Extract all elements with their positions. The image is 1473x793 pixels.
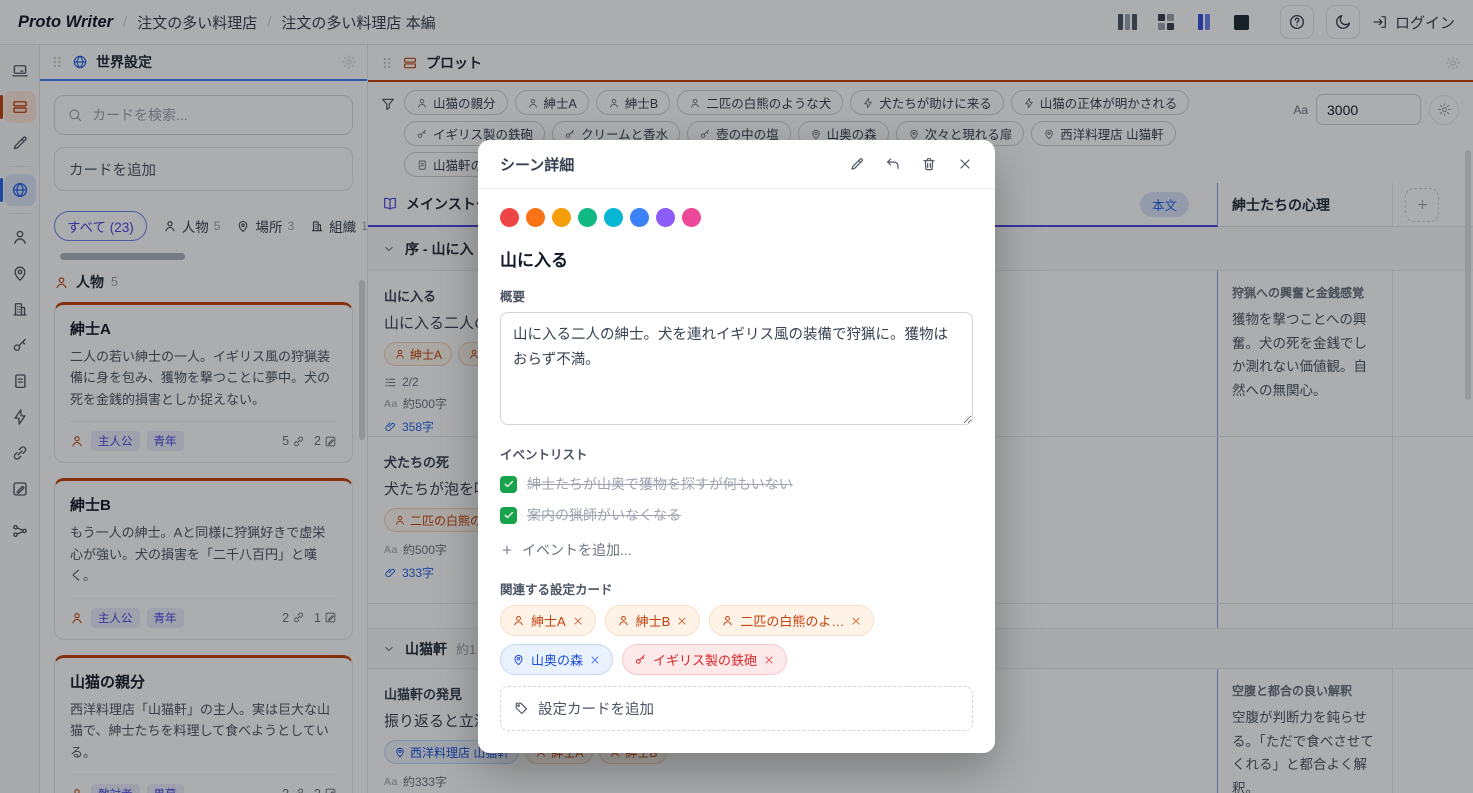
trash-icon: [921, 156, 937, 172]
add-setting-card-button[interactable]: 設定カードを追加: [500, 686, 973, 731]
pin-icon: [512, 653, 525, 666]
event-text: 案内の猟師がいなくなる: [527, 505, 681, 525]
add-event-button[interactable]: イベントを追加...: [500, 540, 973, 560]
key-icon: [634, 653, 647, 666]
chip-label: 紳士B: [636, 611, 671, 630]
close-icon: [589, 654, 601, 666]
modal-actions: [849, 156, 973, 172]
color-swatch[interactable]: [578, 208, 597, 227]
close-icon: [676, 615, 688, 627]
remove-chip-icon[interactable]: [572, 615, 584, 627]
close-icon: [957, 156, 973, 172]
person-icon: [617, 614, 630, 627]
summary-textarea[interactable]: 山に入る二人の紳士。犬を連れイギリス風の装備で狩猟に。獲物はおらず不満。: [500, 312, 973, 425]
close-icon: [850, 615, 862, 627]
event-checkbox[interactable]: [500, 507, 517, 524]
undo-icon: [885, 156, 901, 172]
related-card-chip[interactable]: 二匹の白熊のよ…: [709, 605, 874, 636]
related-chip-list: 紳士A 紳士B 二匹の白熊のよ… 山奥の森 イギリス製の鉄砲: [500, 605, 973, 675]
summary-label: 概要: [500, 286, 973, 305]
add-setting-card-label: 設定カードを追加: [538, 698, 654, 719]
color-swatch[interactable]: [630, 208, 649, 227]
color-palette: [500, 208, 973, 227]
color-swatch[interactable]: [500, 208, 519, 227]
remove-chip-icon[interactable]: [676, 615, 688, 627]
color-swatch[interactable]: [552, 208, 571, 227]
scene-detail-modal: シーン詳細 山に入る 概要 山に入る二人の紳士。犬を連れイギリス風の装備で狩猟に…: [478, 140, 995, 753]
check-icon: [503, 478, 515, 490]
add-event-label: イベントを追加...: [522, 540, 632, 560]
event-item: 紳士たちが山奥で獲物を探すが何もいない: [500, 474, 973, 494]
close-icon: [572, 615, 584, 627]
modal-title: シーン詳細: [500, 154, 574, 175]
chip-label: イギリス製の鉄砲: [653, 650, 757, 669]
related-cards-section: 関連する設定カード 紳士A 紳士B 二匹の白熊のよ… 山奥の森 イギリス製の鉄砲…: [500, 579, 973, 731]
color-swatch[interactable]: [682, 208, 701, 227]
scene-title: 山に入る: [500, 246, 973, 271]
pencil-icon: [849, 156, 865, 172]
modal-header: シーン詳細: [478, 140, 995, 189]
related-card-chip[interactable]: 紳士A: [500, 605, 596, 636]
event-checkbox[interactable]: [500, 476, 517, 493]
event-item: 案内の猟師がいなくなる: [500, 505, 973, 525]
close-button[interactable]: [957, 156, 973, 172]
related-cards-label: 関連する設定カード: [500, 579, 973, 598]
color-swatch[interactable]: [604, 208, 623, 227]
tag-icon: [514, 701, 529, 716]
modal-body: 山に入る 概要 山に入る二人の紳士。犬を連れイギリス風の装備で狩猟に。獲物はおら…: [478, 189, 995, 753]
delete-button[interactable]: [921, 156, 937, 172]
undo-button[interactable]: [885, 156, 901, 172]
edit-button[interactable]: [849, 156, 865, 172]
chip-label: 山奥の森: [531, 650, 583, 669]
close-icon: [763, 654, 775, 666]
remove-chip-icon[interactable]: [850, 615, 862, 627]
remove-chip-icon[interactable]: [763, 654, 775, 666]
color-swatch[interactable]: [656, 208, 675, 227]
event-text: 紳士たちが山奥で獲物を探すが何もいない: [527, 474, 793, 494]
person-icon: [721, 614, 734, 627]
color-swatch[interactable]: [526, 208, 545, 227]
plus-icon: [500, 543, 514, 557]
related-card-chip[interactable]: イギリス製の鉄砲: [622, 644, 787, 675]
person-icon: [512, 614, 525, 627]
related-card-chip[interactable]: 山奥の森: [500, 644, 613, 675]
related-card-chip[interactable]: 紳士B: [605, 605, 701, 636]
event-list-section: イベントリスト 紳士たちが山奥で獲物を探すが何もいない 案内の猟師がいなくなる …: [500, 444, 973, 560]
chip-label: 紳士A: [531, 611, 566, 630]
chip-label: 二匹の白熊のよ…: [740, 611, 844, 630]
event-list-label: イベントリスト: [500, 444, 973, 463]
check-icon: [503, 509, 515, 521]
remove-chip-icon[interactable]: [589, 654, 601, 666]
